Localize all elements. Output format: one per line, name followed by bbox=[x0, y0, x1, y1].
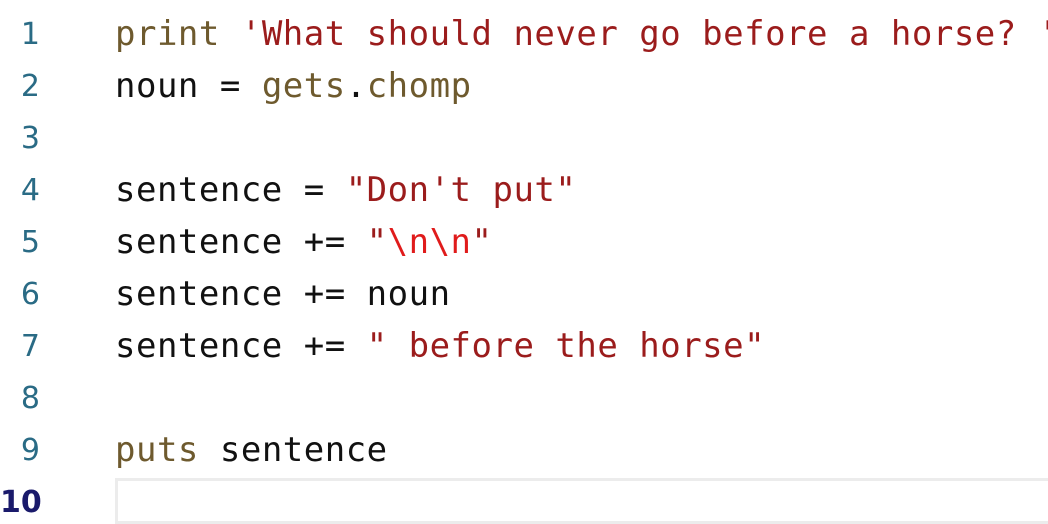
escape-sequence-token: \n\n bbox=[387, 222, 472, 262]
argument-token: sentence bbox=[219, 430, 388, 470]
operator-token: = bbox=[198, 66, 262, 106]
variable-token: sentence bbox=[115, 274, 283, 314]
code-line-8[interactable]: 8 bbox=[0, 372, 1048, 424]
code-text: sentence += "\n\n" bbox=[115, 222, 493, 262]
code-text: print 'What should never go before a hor… bbox=[115, 14, 1048, 54]
method-token: chomp bbox=[366, 66, 472, 106]
string-quote-token: " bbox=[471, 222, 493, 262]
argument-token: noun bbox=[366, 274, 451, 314]
code-line-10[interactable]: 10 bbox=[0, 476, 1048, 524]
code-text: sentence = "Don't put" bbox=[115, 170, 576, 210]
code-line-2[interactable]: 2 noun = gets.chomp bbox=[0, 60, 1048, 112]
string-token: "Don't put" bbox=[345, 170, 577, 210]
operator-token: += bbox=[282, 274, 367, 314]
code-text: noun = gets.chomp bbox=[115, 66, 472, 106]
line-number: 2 bbox=[20, 68, 40, 104]
code-line-7[interactable]: 7 sentence += " before the horse" bbox=[0, 320, 1048, 372]
code-line-6[interactable]: 6 sentence += noun bbox=[0, 268, 1048, 320]
string-token: 'What should never go before a horse? ' bbox=[240, 14, 1048, 54]
string-quote-token: " bbox=[366, 222, 388, 262]
keyword-token: puts bbox=[115, 430, 199, 470]
variable-token: noun bbox=[115, 66, 199, 106]
line-number: 8 bbox=[20, 380, 40, 416]
operator-token: += bbox=[282, 222, 367, 262]
line-number: 3 bbox=[20, 120, 40, 156]
variable-token: sentence bbox=[115, 326, 283, 366]
current-line-number: 10 bbox=[0, 484, 42, 520]
operator-token: = bbox=[282, 170, 346, 210]
code-line-4[interactable]: 4 sentence = "Don't put" bbox=[0, 164, 1048, 216]
line-number: 4 bbox=[20, 172, 40, 208]
code-line-9[interactable]: 9 puts sentence bbox=[0, 424, 1048, 476]
line-number: 6 bbox=[20, 276, 40, 312]
code-line-1[interactable]: 1 print 'What should never go before a h… bbox=[0, 8, 1048, 60]
code-text: puts sentence bbox=[115, 430, 388, 470]
line-number: 5 bbox=[20, 224, 40, 260]
line-number: 9 bbox=[20, 432, 40, 468]
string-token: " before the horse" bbox=[366, 326, 766, 366]
code-line-3[interactable]: 3 bbox=[0, 112, 1048, 164]
variable-token: sentence bbox=[115, 170, 283, 210]
line-number: 1 bbox=[20, 16, 40, 52]
variable-token: sentence bbox=[115, 222, 283, 262]
code-editor[interactable]: 1 print 'What should never go before a h… bbox=[0, 0, 1048, 524]
code-text: sentence += " before the horse" bbox=[115, 326, 765, 366]
code-line-5[interactable]: 5 sentence += "\n\n" bbox=[0, 216, 1048, 268]
line-number: 7 bbox=[20, 328, 40, 364]
code-text: sentence += noun bbox=[115, 274, 451, 314]
method-token: gets bbox=[261, 66, 346, 106]
keyword-token: print bbox=[115, 14, 220, 54]
dot-token: . bbox=[345, 66, 367, 106]
operator-token: += bbox=[282, 326, 367, 366]
